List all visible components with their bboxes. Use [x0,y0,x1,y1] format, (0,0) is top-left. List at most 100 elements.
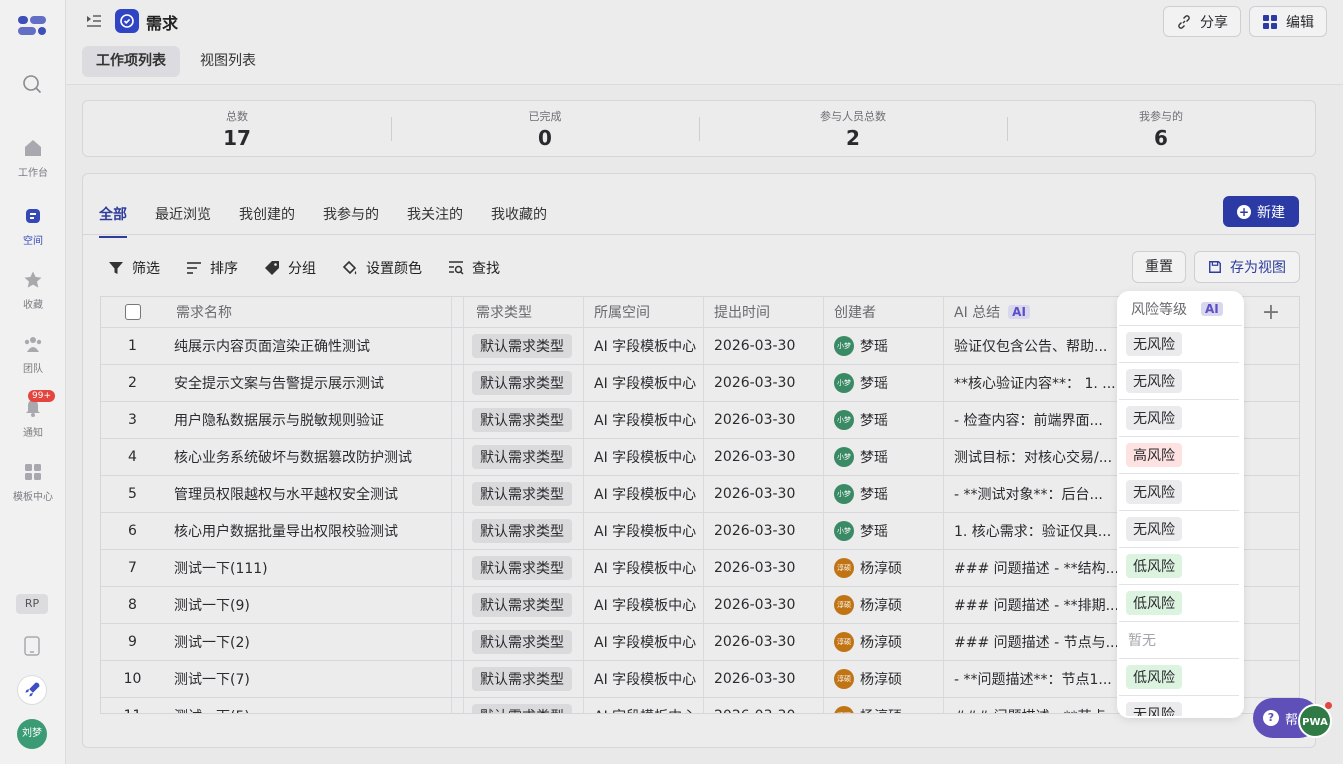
sidebar-item-notifications[interactable]: 99+ 通知 [0,390,66,439]
select-all-checkbox[interactable] [124,304,141,320]
rocket-icon[interactable] [17,675,47,705]
header-name[interactable]: 需求名称 [164,297,452,327]
requirement-type-cell[interactable]: 默认需求类型 [464,624,584,660]
risk-level-cell[interactable]: 高风险 [1119,437,1239,474]
requirement-name[interactable]: 纯展示内容页面渲染正确性测试 [164,328,452,364]
tab-work-items[interactable]: 工作项列表 [82,46,180,77]
requirement-name[interactable]: 核心业务系统破坏与数据篡改防护测试 [164,439,452,475]
risk-level-cell[interactable]: 无风险 [1119,474,1239,511]
user-avatar[interactable]: 刘梦 [17,719,47,749]
creator-cell[interactable]: 淳硕杨淳硕 [824,661,944,697]
rp-badge[interactable]: RP [16,594,48,614]
requirement-name[interactable]: 管理员权限越权与水平越权安全测试 [164,476,452,512]
creator-cell[interactable]: 小梦 梦瑶 [824,476,944,512]
risk-level-cell[interactable]: 无风险 [1119,363,1239,400]
risk-level-cell[interactable]: 低风险 [1119,585,1239,622]
save-view-button[interactable]: 存为视图 [1194,251,1300,283]
creator-cell[interactable]: 小梦 梦瑶 [824,365,944,401]
ai-summary-cell[interactable]: **核心验证内容**： 1. ... [944,365,1121,401]
header-type[interactable]: 需求类型 [464,297,584,327]
edit-button[interactable]: 编辑 [1249,6,1327,37]
risk-level-cell[interactable]: 暂无 [1119,622,1239,659]
requirement-type-cell[interactable]: 默认需求类型 [464,328,584,364]
reset-button[interactable]: 重置 [1132,251,1186,283]
ai-summary-cell[interactable]: ### 问题描述 - **排期... [944,587,1121,623]
new-button[interactable]: + 新建 [1223,196,1299,227]
sidebar-item-favorites[interactable]: 收藏 [0,270,66,311]
header-space[interactable]: 所属空间 [584,297,704,327]
filter-button[interactable]: 筛选 [108,258,160,278]
header-risk-level[interactable]: 风险等级 AI [1119,293,1242,326]
requirement-name[interactable]: 用户隐私数据展示与脱敏规则验证 [164,402,452,438]
requirement-type-cell[interactable]: 默认需求类型 [464,476,584,512]
requirement-name[interactable]: 安全提示文案与告警提示展示测试 [164,365,452,401]
risk-level-cell[interactable]: 无风险 [1119,400,1239,437]
requirement-type-cell[interactable]: 默认需求类型 [464,439,584,475]
ai-summary-cell[interactable]: ### 问题描述 - **结构... [944,550,1121,586]
view-tab-participated[interactable]: 我参与的 [323,204,379,238]
risk-level-cell[interactable]: 低风险 [1119,548,1239,585]
ai-summary-cell[interactable]: - **问题描述**：节点1... [944,661,1121,697]
pwa-badge[interactable]: PWA [1298,704,1332,738]
find-button[interactable]: 查找 [448,258,500,278]
creator-cell[interactable]: 淳硕杨淳硕 [824,624,944,660]
requirement-type-cell[interactable]: 默认需求类型 [464,587,584,623]
row-separator [452,661,464,697]
risk-level-cell[interactable]: 无风险 [1119,511,1239,548]
risk-level-cell[interactable]: 低风险 [1119,659,1239,696]
requirement-name[interactable]: 核心用户数据批量导出权限校验测试 [164,513,452,549]
sidebar-item-team[interactable]: 团队 [0,334,66,375]
add-column-button[interactable]: + [1241,297,1299,327]
creator-cell[interactable]: 淳硕杨淳硕 [824,698,944,713]
risk-level-cell[interactable]: 无风险 [1119,326,1239,363]
sidebar-item-templates[interactable]: 模板中心 [0,462,66,503]
view-tab-followed[interactable]: 我关注的 [407,204,463,238]
row-index: 5 [128,486,137,502]
header-ai-summary[interactable]: AI 总结 AI [944,297,1121,327]
creator-cell[interactable]: 小梦 梦瑶 [824,402,944,438]
tab-view-list[interactable]: 视图列表 [186,46,270,77]
group-button[interactable]: 分组 [264,258,316,278]
creator-cell[interactable]: 小梦 梦瑶 [824,513,944,549]
app-logo-icon[interactable] [18,16,46,36]
ai-summary-cell[interactable]: 验证仅包含公告、帮助... [944,328,1121,364]
creator-cell[interactable]: 小梦 梦瑶 [824,439,944,475]
requirement-type-cell[interactable]: 默认需求类型 [464,513,584,549]
requirement-type-tag: 默认需求类型 [472,519,572,543]
header-time[interactable]: 提出时间 [704,297,824,327]
requirement-name[interactable]: 测试一下(111) [164,550,452,586]
collapse-sidebar-icon[interactable] [86,13,102,29]
sidebar-item-workbench[interactable]: 工作台 [0,138,66,179]
requirement-type-cell[interactable]: 默认需求类型 [464,661,584,697]
creator-cell[interactable]: 淳硕杨淳硕 [824,587,944,623]
view-tab-created[interactable]: 我创建的 [239,204,295,238]
requirement-type-cell[interactable]: 默认需求类型 [464,550,584,586]
requirement-type-cell[interactable]: 默认需求类型 [464,365,584,401]
ai-summary-cell[interactable]: - 检查内容：前端界面... [944,402,1121,438]
requirement-type-cell[interactable]: 默认需求类型 [464,402,584,438]
ai-summary-cell[interactable]: 测试目标：对核心交易/... [944,439,1121,475]
requirement-name[interactable]: 测试一下(7) [164,661,452,697]
view-tab-favorited[interactable]: 我收藏的 [491,204,547,238]
ai-summary-cell[interactable]: ### 问题描述 - **节点... [944,698,1121,713]
requirement-type-cell[interactable]: 默认需求类型 [464,698,584,713]
ai-summary-cell[interactable]: ### 问题描述 - 节点与... [944,624,1121,660]
sidebar-item-space[interactable]: 空间 [0,206,66,247]
ai-summary-cell[interactable]: - **测试对象**：后台... [944,476,1121,512]
requirement-name[interactable]: 测试一下(2) [164,624,452,660]
creator-cell[interactable]: 小梦 梦瑶 [824,328,944,364]
creator-cell[interactable]: 淳硕杨淳硕 [824,550,944,586]
ai-summary-cell[interactable]: 1. 核心需求：验证仅具... [944,513,1121,549]
creator-avatar: 淳硕 [834,669,854,689]
risk-level-cell[interactable]: 无风险 [1119,696,1239,716]
requirement-name[interactable]: 测试一下(5) [164,698,452,713]
share-button[interactable]: 分享 [1163,6,1241,37]
mobile-icon[interactable] [24,636,40,656]
view-tab-all[interactable]: 全部 [99,204,127,238]
search-icon[interactable] [22,74,42,94]
view-tab-recent[interactable]: 最近浏览 [155,204,211,238]
sort-button[interactable]: 排序 [186,258,238,278]
requirement-name[interactable]: 测试一下(9) [164,587,452,623]
set-color-button[interactable]: 设置颜色 [342,258,422,278]
header-creator[interactable]: 创建者 [824,297,944,327]
